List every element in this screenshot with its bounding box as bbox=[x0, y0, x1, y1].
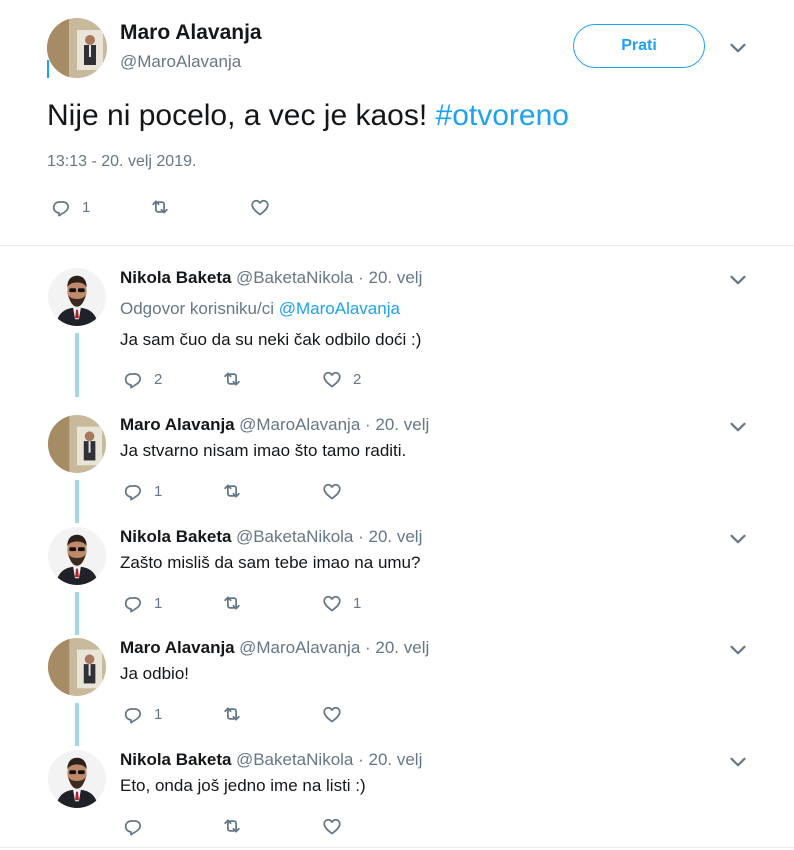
heart-icon bbox=[321, 703, 343, 725]
reply-header: Maro Alavanja @MaroAlavanja · 20. velj bbox=[120, 415, 429, 435]
like-button[interactable] bbox=[321, 703, 343, 725]
hashtag-link[interactable]: #otvoreno bbox=[436, 99, 569, 132]
chevron-down-icon[interactable] bbox=[726, 638, 750, 662]
retweet-icon bbox=[221, 703, 243, 725]
reply-header: Nikola Baketa @BaketaNikola · 20. velj bbox=[120, 527, 422, 547]
divider bbox=[0, 245, 794, 246]
reply-author-meta[interactable]: @MaroAlavanja · 20. velj bbox=[239, 415, 429, 434]
retweet-icon bbox=[149, 196, 171, 218]
heart-icon bbox=[321, 368, 343, 390]
reply-author-name[interactable]: Nikola Baketa bbox=[120, 527, 232, 546]
reply-author-meta[interactable]: @BaketaNikola · 20. velj bbox=[236, 527, 422, 546]
reply-avatar[interactable] bbox=[48, 638, 106, 696]
reply-author-name[interactable]: Maro Alavanja bbox=[120, 415, 235, 434]
reply-text: Eto, onda još jedno ime na listi :) bbox=[120, 776, 366, 795]
reply-avatar[interactable] bbox=[48, 750, 106, 808]
like-button[interactable]: 2 bbox=[321, 368, 361, 390]
reply-author-meta[interactable]: @BaketaNikola · 20. velj bbox=[236, 750, 422, 769]
heart-icon bbox=[249, 196, 271, 218]
chevron-down-icon[interactable] bbox=[726, 527, 750, 551]
reply-button[interactable]: 1 bbox=[122, 480, 162, 502]
reply-button[interactable]: 2 bbox=[122, 368, 162, 390]
reply-avatar[interactable] bbox=[48, 268, 106, 326]
reply-text: Zašto misliš da sam tebe imao na umu? bbox=[120, 553, 421, 572]
thread-line bbox=[75, 703, 79, 746]
chevron-down-icon[interactable] bbox=[726, 415, 750, 439]
replying-to: Odgovor korisniku/ci @MaroAlavanja bbox=[120, 299, 400, 319]
heart-icon bbox=[321, 480, 343, 502]
avatar-image bbox=[48, 750, 106, 808]
reply-icon bbox=[122, 480, 144, 502]
reply-author-meta[interactable]: @BaketaNikola · 20. velj bbox=[236, 268, 422, 287]
avatar-image bbox=[48, 268, 106, 326]
reply-header: Nikola Baketa @BaketaNikola · 20. velj bbox=[120, 750, 422, 770]
author-avatar[interactable] bbox=[47, 18, 107, 78]
author-name[interactable]: Maro Alavanja bbox=[120, 21, 262, 45]
reply-count: 1 bbox=[154, 594, 163, 612]
avatar-image bbox=[48, 527, 106, 585]
tweet-text: Nije ni pocelo, a vec je kaos! #otvoreno bbox=[47, 98, 747, 134]
reply-count: 1 bbox=[154, 705, 163, 723]
reply-icon bbox=[122, 368, 144, 390]
like-button[interactable] bbox=[249, 196, 271, 218]
retweet-button[interactable] bbox=[221, 592, 243, 614]
retweet-icon bbox=[221, 480, 243, 502]
chevron-down-icon[interactable] bbox=[726, 36, 750, 60]
reply-button[interactable]: 1 bbox=[122, 592, 162, 614]
mention-link[interactable]: @MaroAlavanja bbox=[279, 299, 400, 318]
reply-text: Ja sam čuo da su neki čak odbilo doći :) bbox=[120, 330, 422, 349]
avatar-image bbox=[48, 638, 106, 696]
avatar-image bbox=[48, 415, 106, 473]
reply-header: Nikola Baketa @BaketaNikola · 20. velj bbox=[120, 268, 422, 288]
thread-line bbox=[75, 592, 79, 635]
retweet-icon bbox=[221, 815, 243, 837]
reply-icon bbox=[50, 196, 72, 218]
retweet-button[interactable] bbox=[221, 480, 243, 502]
retweet-icon bbox=[221, 592, 243, 614]
reply-author-name[interactable]: Nikola Baketa bbox=[120, 750, 232, 769]
tweet-timestamp[interactable]: 13:13 - 20. velj 2019. bbox=[47, 153, 196, 171]
reply-count: 1 bbox=[82, 198, 91, 216]
replying-prefix: Odgovor korisniku/ci bbox=[120, 299, 275, 318]
retweet-icon bbox=[221, 368, 243, 390]
bottom-divider bbox=[0, 847, 794, 848]
heart-icon bbox=[321, 815, 343, 837]
reply-button[interactable]: 1 bbox=[122, 703, 162, 725]
thread-line bbox=[75, 480, 79, 523]
reply-icon bbox=[122, 703, 144, 725]
reply-button[interactable] bbox=[122, 815, 144, 837]
reply-text: Ja odbio! bbox=[120, 664, 189, 683]
follow-button[interactable]: Prati bbox=[573, 24, 705, 68]
retweet-button[interactable] bbox=[149, 196, 171, 218]
reply-avatar[interactable] bbox=[48, 527, 106, 585]
like-button[interactable] bbox=[321, 815, 343, 837]
reply-author-name[interactable]: Maro Alavanja bbox=[120, 638, 235, 657]
reply-count: 2 bbox=[154, 370, 163, 388]
like-count: 1 bbox=[353, 594, 362, 612]
reply-author-meta[interactable]: @MaroAlavanja · 20. velj bbox=[239, 638, 429, 657]
chevron-down-icon[interactable] bbox=[726, 750, 750, 774]
author-avatar-image bbox=[47, 18, 107, 78]
reply-avatar[interactable] bbox=[48, 415, 106, 473]
thread-line bbox=[75, 333, 79, 397]
like-button[interactable]: 1 bbox=[321, 592, 361, 614]
like-count: 2 bbox=[353, 370, 362, 388]
reply-count: 1 bbox=[154, 482, 163, 500]
heart-icon bbox=[321, 592, 343, 614]
tweet-body: Nije ni pocelo, a vec je kaos! bbox=[47, 99, 428, 132]
reply-header: Maro Alavanja @MaroAlavanja · 20. velj bbox=[120, 638, 429, 658]
reply-icon bbox=[122, 592, 144, 614]
reply-icon bbox=[122, 815, 144, 837]
reply-author-name[interactable]: Nikola Baketa bbox=[120, 268, 232, 287]
like-button[interactable] bbox=[321, 480, 343, 502]
retweet-button[interactable] bbox=[221, 368, 243, 390]
avatar-thread-marker bbox=[47, 60, 49, 78]
retweet-button[interactable] bbox=[221, 703, 243, 725]
chevron-down-icon[interactable] bbox=[726, 268, 750, 292]
reply-text: Ja stvarno nisam imao što tamo raditi. bbox=[120, 441, 407, 460]
reply-button[interactable]: 1 bbox=[50, 196, 90, 218]
author-handle[interactable]: @MaroAlavanja bbox=[120, 52, 241, 72]
retweet-button[interactable] bbox=[221, 815, 243, 837]
